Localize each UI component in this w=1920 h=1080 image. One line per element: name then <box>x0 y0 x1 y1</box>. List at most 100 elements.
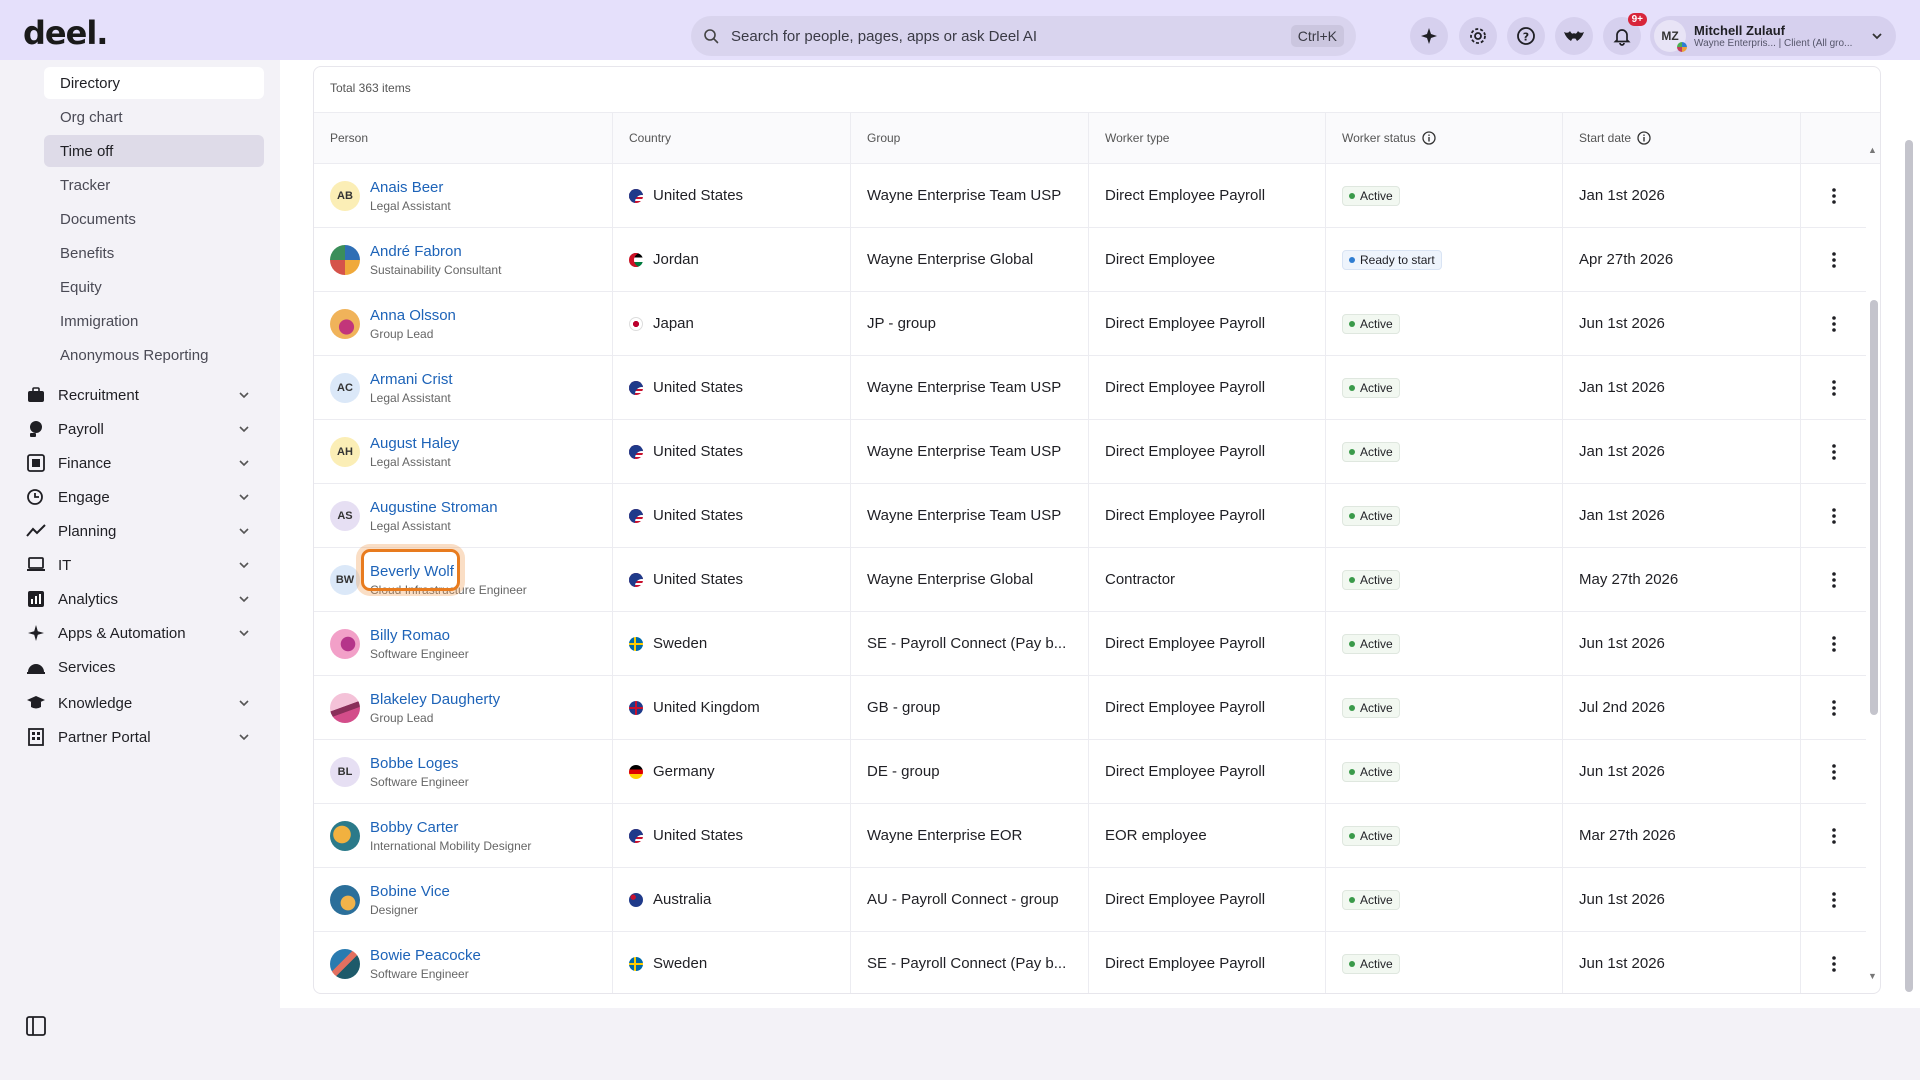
page-scrollbar-thumb[interactable] <box>1905 140 1913 992</box>
status-badge: Active <box>1342 889 1400 910</box>
sidebar-item-analytics[interactable]: Analytics <box>26 583 258 615</box>
more-vertical-icon[interactable] <box>1831 891 1836 908</box>
country-name: United States <box>653 827 744 844</box>
table-row[interactable]: Bobine Vice Designer Australia AU - Payr… <box>314 868 1866 932</box>
sidebar-item-it[interactable]: IT <box>26 549 258 581</box>
more-vertical-icon[interactable] <box>1831 827 1836 844</box>
help-button[interactable]: ? <box>1507 17 1545 55</box>
table-row[interactable]: BW Beverly Wolf Cloud Infrastructure Eng… <box>314 548 1866 612</box>
table-row[interactable]: AB Anais Beer Legal Assistant United Sta… <box>314 164 1866 228</box>
sidebar-collapse-icon[interactable] <box>26 1016 46 1041</box>
info-icon[interactable] <box>1637 131 1651 145</box>
column-header-start-date[interactable]: Start date <box>1563 113 1801 163</box>
sidebar-item-benefits[interactable]: Benefits <box>44 237 264 269</box>
group-name: Wayne Enterprise Team USP <box>867 443 1062 460</box>
more-vertical-icon[interactable] <box>1831 955 1836 972</box>
more-vertical-icon[interactable] <box>1831 187 1836 204</box>
bat-mode-button[interactable] <box>1555 17 1593 55</box>
column-header-group[interactable]: Group <box>851 113 1089 163</box>
table-row[interactable]: Anna Olsson Group Lead Japan JP - group … <box>314 292 1866 356</box>
table-row[interactable]: Bobby Carter International Mobility Desi… <box>314 804 1866 868</box>
status-dot-icon <box>1349 960 1355 967</box>
deel-logo[interactable]: deel. <box>23 14 108 52</box>
person-name-link[interactable]: Beverly Wolf <box>370 563 527 580</box>
sidebar-item-documents[interactable]: Documents <box>44 203 264 235</box>
sidebar-item-time-off[interactable]: Time off <box>44 135 264 167</box>
column-header-worker-status[interactable]: Worker status <box>1326 113 1563 163</box>
table-row[interactable]: Bowie Peacocke Software Engineer Sweden … <box>314 932 1866 993</box>
table-row[interactable]: Blakeley Daugherty Group Lead United Kin… <box>314 676 1866 740</box>
table-scrollbar-thumb[interactable] <box>1870 300 1878 715</box>
user-menu[interactable]: MZ Mitchell Zulauf Wayne Enterpris... | … <box>1650 16 1896 56</box>
info-icon[interactable] <box>1422 131 1436 145</box>
sidebar-item-knowledge[interactable]: Knowledge <box>26 687 258 719</box>
notifications-button[interactable]: 9+ <box>1603 13 1647 55</box>
person-name-link[interactable]: Anais Beer <box>370 179 451 196</box>
sidebar-item-directory[interactable]: Directory <box>44 67 264 99</box>
group-name: SE - Payroll Connect (Pay b... <box>867 635 1067 652</box>
person-name-link[interactable]: André Fabron <box>370 243 501 260</box>
worker-type-cell: Direct Employee Payroll <box>1089 420 1326 483</box>
table-row[interactable]: André Fabron Sustainability Consultant J… <box>314 228 1866 292</box>
more-vertical-icon[interactable] <box>1831 379 1836 396</box>
worker-type: Direct Employee Payroll <box>1105 379 1266 396</box>
country-cell: United States <box>613 548 851 611</box>
table-row[interactable]: AC Armani Crist Legal Assistant United S… <box>314 356 1866 420</box>
person-cell: Bobine Vice Designer <box>314 868 613 931</box>
person-name-link[interactable]: Anna Olsson <box>370 307 456 324</box>
sidebar-item-services[interactable]: Services <box>26 651 258 683</box>
more-vertical-icon[interactable] <box>1831 443 1836 460</box>
more-vertical-icon[interactable] <box>1831 507 1836 524</box>
sidebar-item-apps-automation[interactable]: Apps & Automation <box>26 617 258 649</box>
person-name-link[interactable]: Bobine Vice <box>370 883 450 900</box>
sidebar-item-tracker[interactable]: Tracker <box>44 169 264 201</box>
table-row[interactable]: BL Bobbe Loges Software Engineer Germany… <box>314 740 1866 804</box>
avatar <box>330 948 360 979</box>
more-vertical-icon[interactable] <box>1831 699 1836 716</box>
more-vertical-icon[interactable] <box>1831 635 1836 652</box>
person-name-link[interactable]: Billy Romao <box>370 627 469 644</box>
column-header-worker-type[interactable]: Worker type <box>1089 113 1326 163</box>
start-date-cell: Jun 1st 2026 <box>1563 932 1801 993</box>
table-scrollbar[interactable] <box>1870 157 1878 987</box>
column-header-person[interactable]: Person <box>314 113 613 163</box>
sidebar-item-org-chart[interactable]: Org chart <box>44 101 264 133</box>
person-name-link[interactable]: Bobbe Loges <box>370 755 469 772</box>
sidebar-item-planning[interactable]: Planning <box>26 515 258 547</box>
sidebar-item-label: Apps & Automation <box>58 624 186 642</box>
sidebar-item-immigration[interactable]: Immigration <box>44 305 264 337</box>
sidebar-item-engage[interactable]: Engage <box>26 481 258 513</box>
sidebar-item-label: Finance <box>58 454 112 472</box>
ai-assistant-button[interactable] <box>1410 17 1448 55</box>
sidebar-item-payroll[interactable]: Payroll <box>26 413 258 445</box>
column-header-country[interactable]: Country <box>613 113 851 163</box>
person-name-link[interactable]: Armani Crist <box>370 371 453 388</box>
table-row[interactable]: Billy Romao Software Engineer Sweden SE … <box>314 612 1866 676</box>
sidebar-item-partner-portal[interactable]: Partner Portal <box>26 721 258 753</box>
person-name-link[interactable]: Augustine Stroman <box>370 499 498 516</box>
search-bar[interactable]: Search for people, pages, apps or ask De… <box>691 16 1356 56</box>
flag-se-icon <box>629 956 643 971</box>
scroll-up-arrow-icon[interactable]: ▲ <box>1868 145 1877 155</box>
search-input[interactable]: Search for people, pages, apps or ask De… <box>731 28 1291 45</box>
scroll-down-arrow-icon[interactable]: ▼ <box>1868 971 1877 981</box>
sidebar-item-finance[interactable]: Finance <box>26 447 258 479</box>
table-row[interactable]: AS Augustine Stroman Legal Assistant Uni… <box>314 484 1866 548</box>
more-vertical-icon[interactable] <box>1831 315 1836 332</box>
country-name: Germany <box>653 763 715 780</box>
person-name-link[interactable]: Blakeley Daugherty <box>370 691 500 708</box>
group-cell: AU - Payroll Connect - group <box>851 868 1089 931</box>
more-vertical-icon[interactable] <box>1831 251 1836 268</box>
sidebar-item-recruitment[interactable]: Recruitment <box>26 379 258 411</box>
settings-button[interactable] <box>1459 17 1497 55</box>
page-scrollbar[interactable] <box>1905 140 1913 992</box>
sidebar-item-equity[interactable]: Equity <box>44 271 264 303</box>
table-row[interactable]: AH August Haley Legal Assistant United S… <box>314 420 1866 484</box>
person-name-link[interactable]: Bobby Carter <box>370 819 531 836</box>
person-name-link[interactable]: Bowie Peacocke <box>370 947 481 964</box>
person-name-link[interactable]: August Haley <box>370 435 459 452</box>
more-vertical-icon[interactable] <box>1831 763 1836 780</box>
sidebar-item-anonymous-reporting[interactable]: Anonymous Reporting <box>44 339 264 371</box>
more-vertical-icon[interactable] <box>1831 571 1836 588</box>
avatar: AH <box>330 436 360 467</box>
